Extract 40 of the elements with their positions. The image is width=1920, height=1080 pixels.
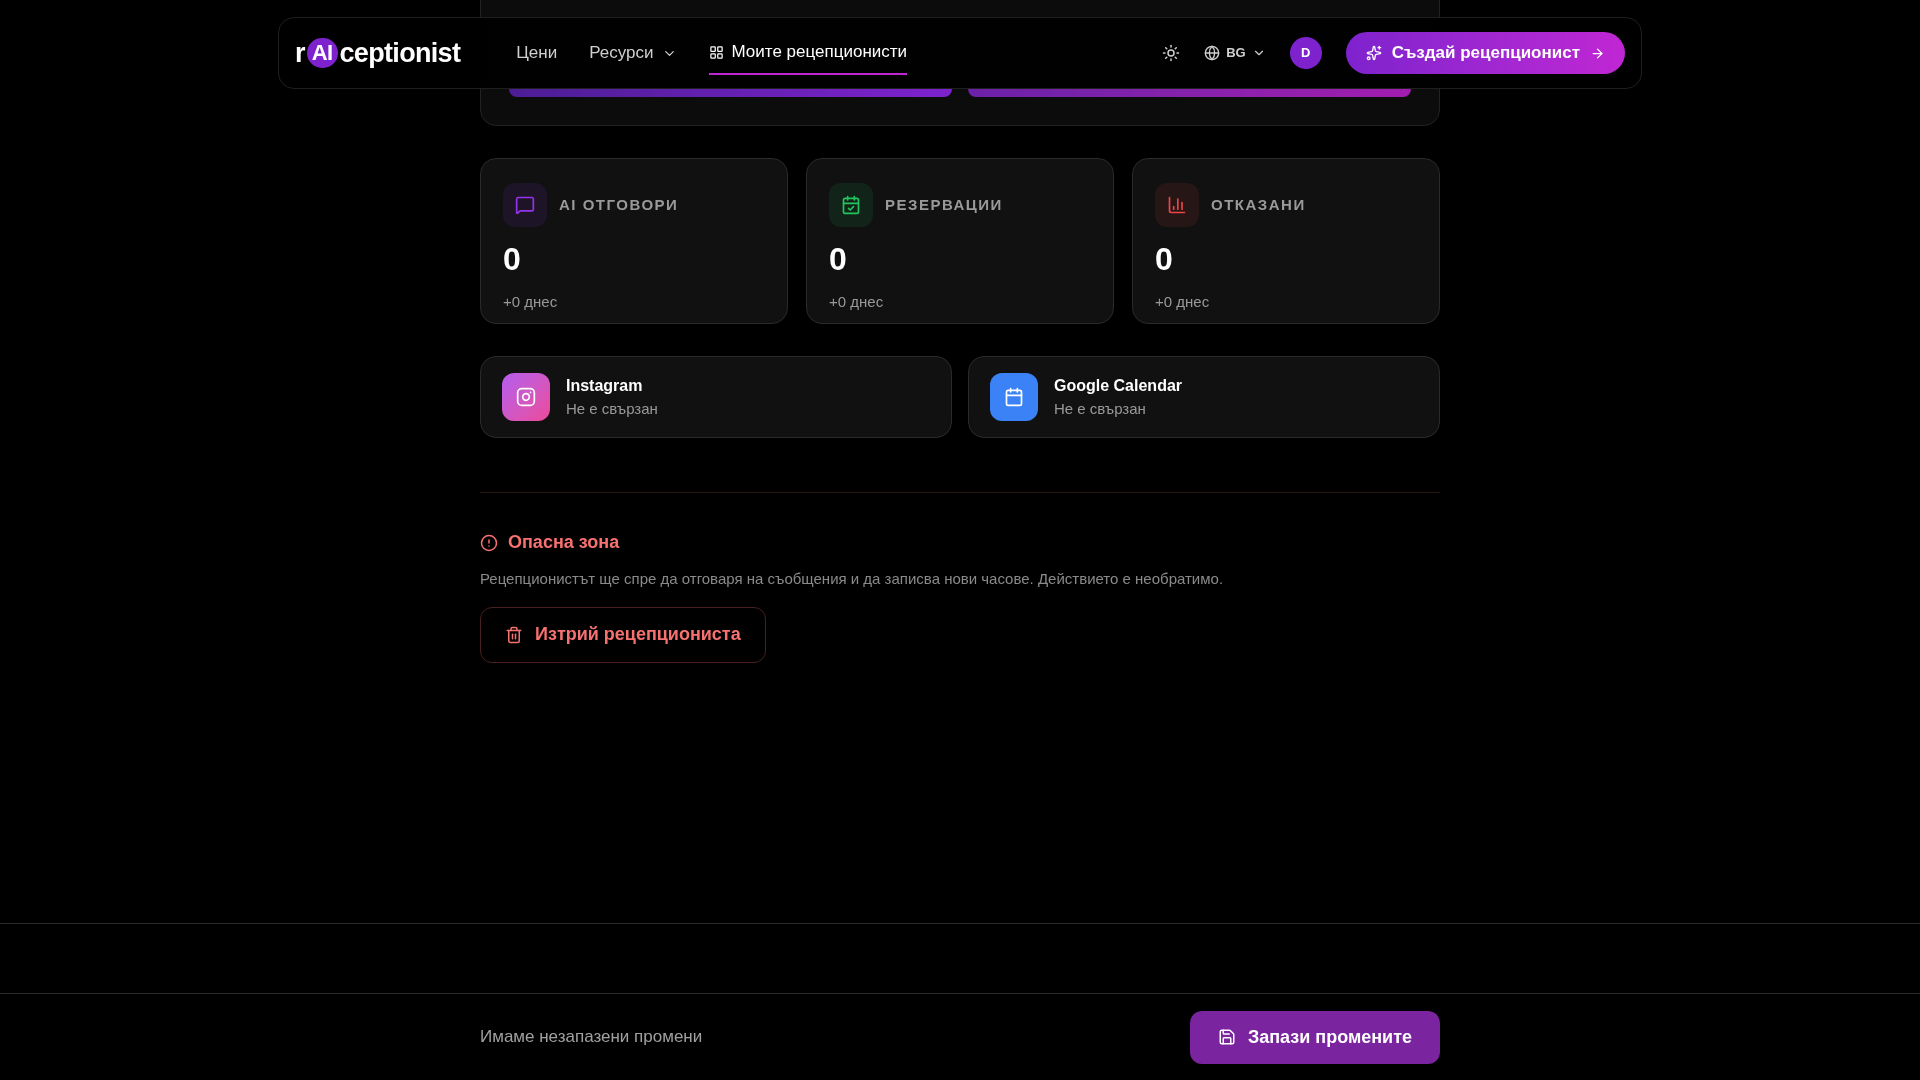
nav-link[interactable]: Моите рецепционисти <box>708 31 908 75</box>
integration-status: Не е свързан <box>1054 398 1147 419</box>
stat-delta: +0 днес <box>503 292 559 312</box>
save-button[interactable]: Запази промените <box>1189 1010 1440 1064</box>
theme-toggle-icon[interactable] <box>1162 44 1181 62</box>
delete-button[interactable]: Изтрий рецепциониста <box>480 606 766 663</box>
stat-delta: +0 днес <box>1155 292 1211 312</box>
language-selector[interactable]: BG <box>1204 43 1266 63</box>
unsaved-message: Имаме незапазени промени <box>480 1026 703 1049</box>
bar-chart-icon <box>1167 195 1187 215</box>
stat-label: AI ОТГОВОРИ <box>559 194 679 215</box>
logo[interactable]: r AI ceptionist <box>295 32 461 74</box>
sparkle-icon <box>1365 45 1382 61</box>
danger-title: Опасна зона <box>508 531 620 554</box>
save-icon <box>1217 1028 1236 1046</box>
integration-card[interactable]: Google Calendar Не е свързан <box>968 356 1440 438</box>
stat-value: 0 <box>1155 243 1174 275</box>
stat-value: 0 <box>503 243 522 275</box>
user-avatar[interactable]: D <box>1289 37 1322 69</box>
calendar-tile-icon <box>990 373 1038 421</box>
create-receptionist-button[interactable]: Създай рецепционист <box>1345 32 1625 74</box>
alert-icon <box>480 533 498 552</box>
stat-label: РЕЗЕРВАЦИИ <box>885 194 1003 215</box>
integration-card[interactable]: Instagram Не е свързан <box>480 356 952 438</box>
nav-link[interactable]: Ресурси <box>589 32 677 74</box>
integration-name: Google Calendar <box>1054 375 1183 396</box>
danger-description: Рецепционистът ще спре да отговаря на съобщения и да записва нови часове. Действието е необратимо. <box>480 569 1225 589</box>
stat-delta: +0 днес <box>829 292 885 312</box>
calendar-check-icon <box>841 195 861 215</box>
nav-link[interactable]: Цени <box>516 32 558 74</box>
chat-bubble-icon <box>515 195 535 215</box>
integration-name: Instagram <box>566 375 644 396</box>
stat-value: 0 <box>829 243 848 275</box>
grid-icon <box>708 44 724 60</box>
integration-status: Не е свързан <box>566 398 658 419</box>
trash-icon <box>505 625 523 644</box>
arrow-right-icon <box>1590 45 1605 61</box>
instagram-tile-icon <box>502 373 550 421</box>
globe-icon <box>1204 45 1221 61</box>
stat-label: ОТКАЗАНИ <box>1211 194 1306 215</box>
